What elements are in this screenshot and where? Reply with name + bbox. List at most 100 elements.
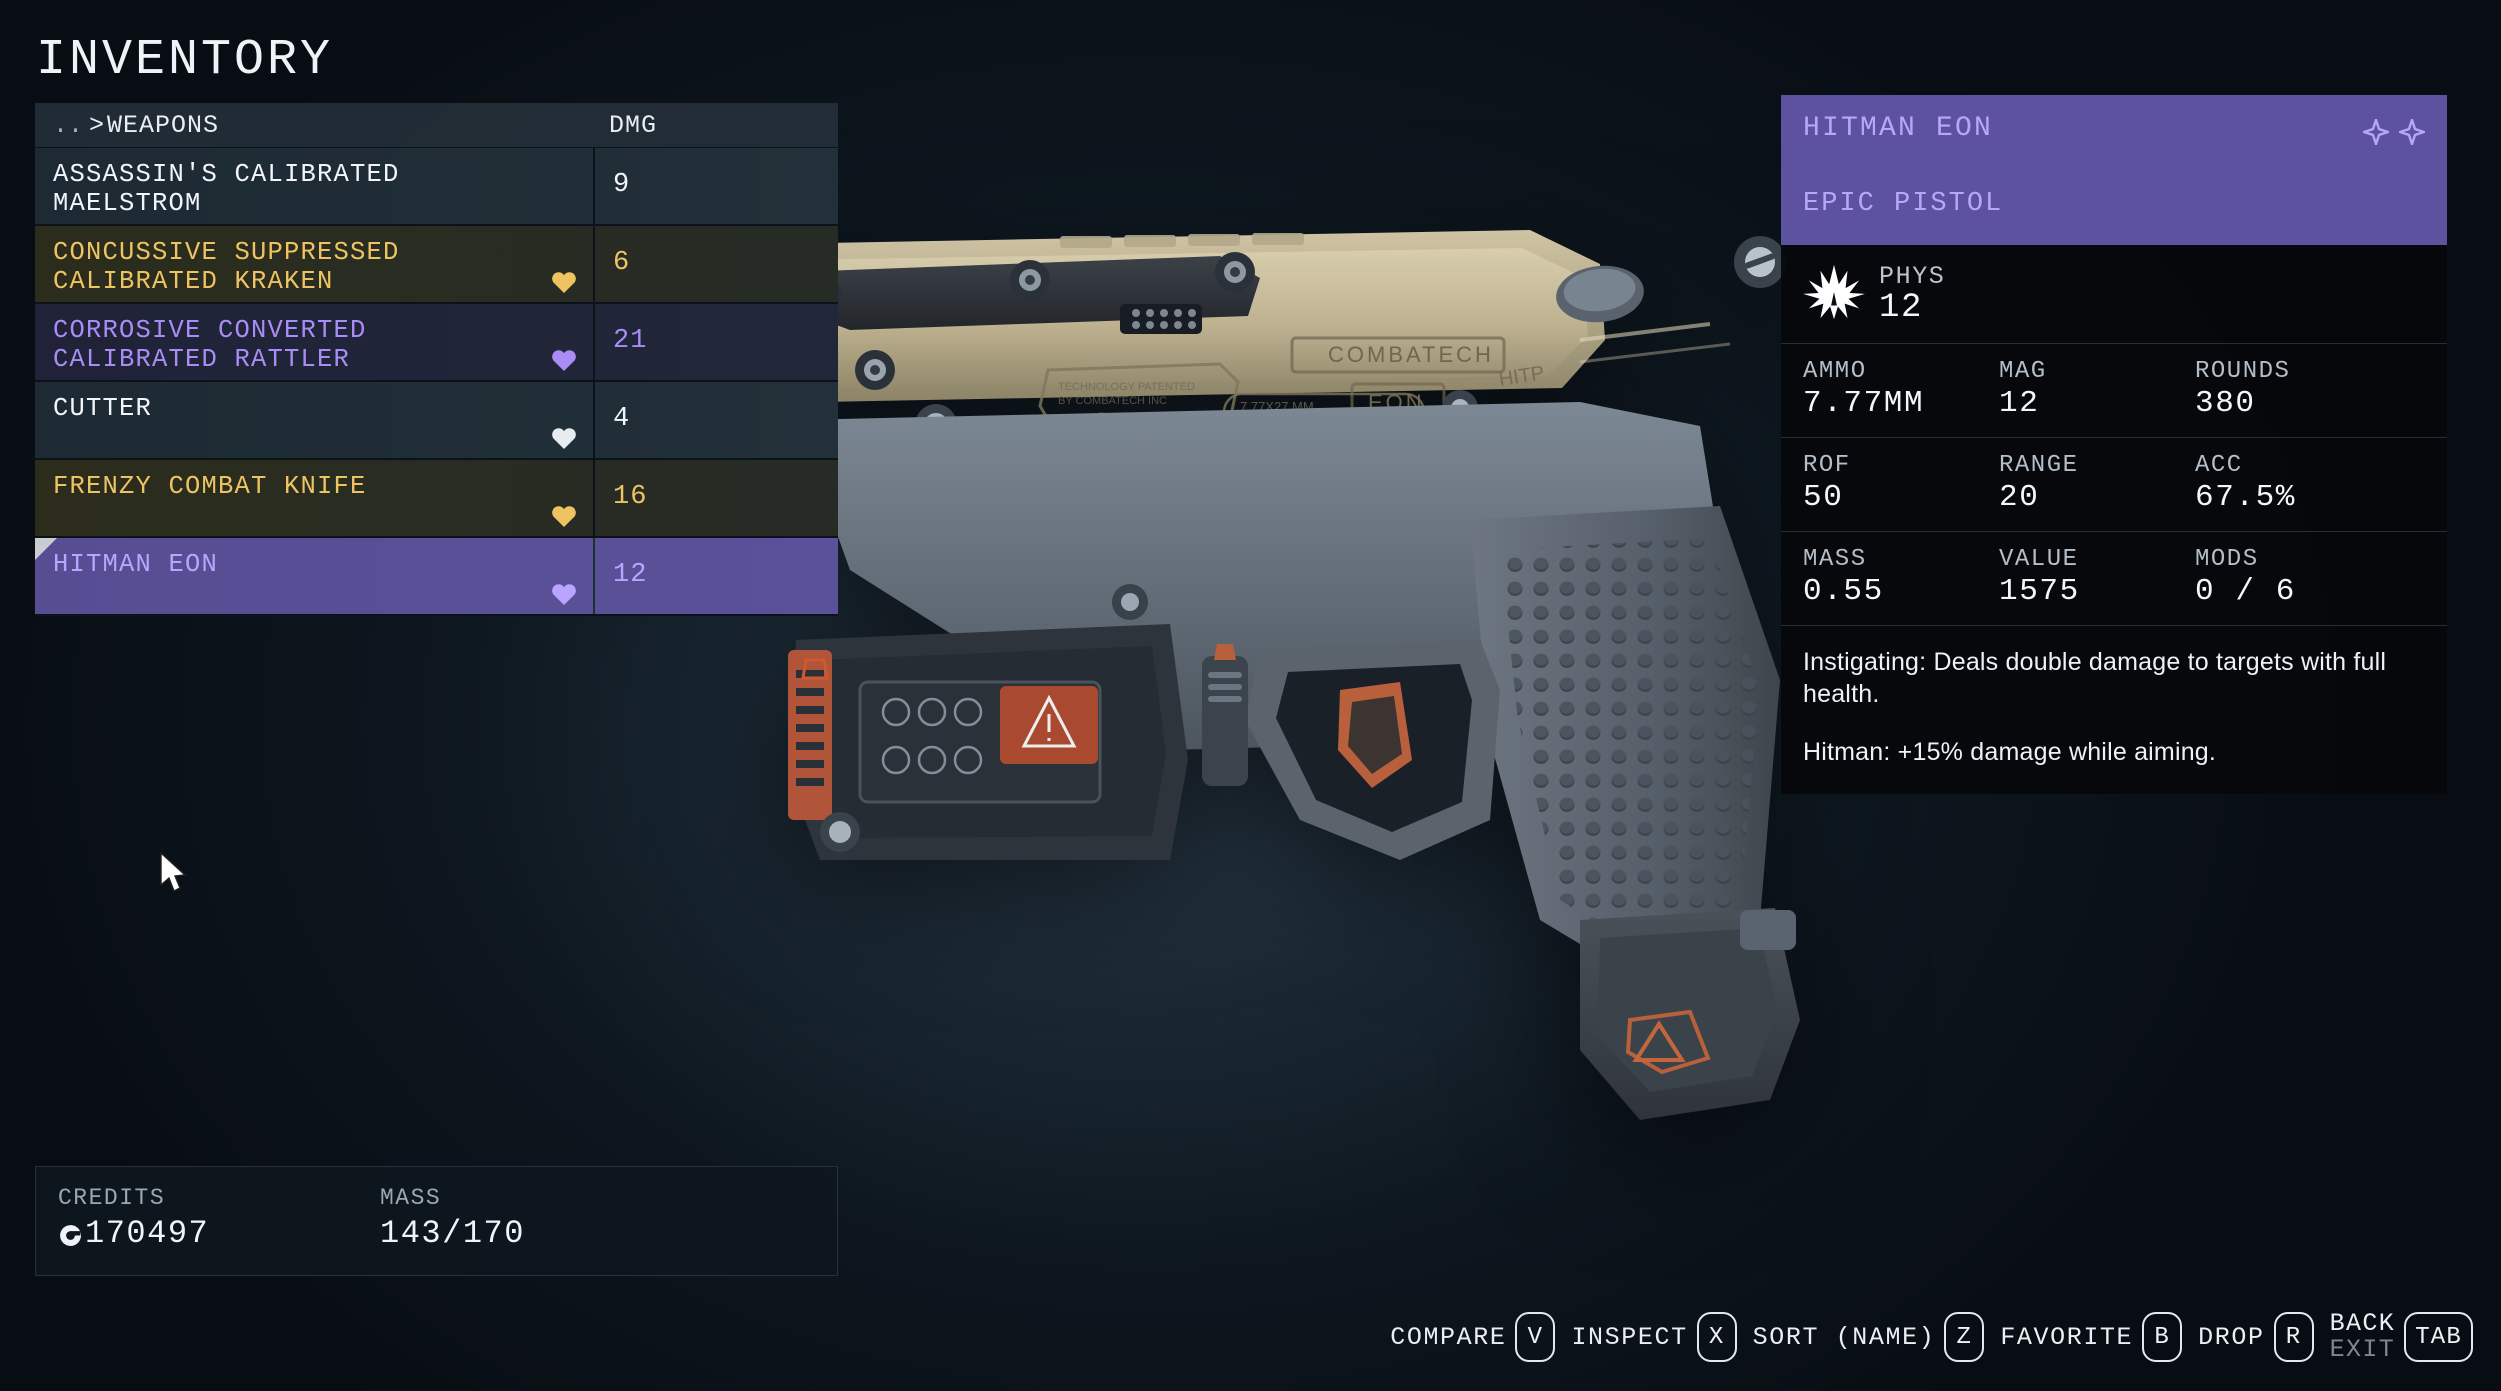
favorite-heart-icon[interactable] xyxy=(551,426,577,450)
weapon-name: HITMAN EON xyxy=(53,550,219,579)
stat-label: MASS xyxy=(1803,546,1867,573)
weapon-name: CORROSIVE CONVERTED CALIBRATED RATTLER xyxy=(53,316,367,374)
hint-key[interactable]: B xyxy=(2142,1312,2183,1362)
stat-value: 380 xyxy=(2195,386,2256,421)
stat-cell: ROUNDS 380 xyxy=(2195,358,2391,421)
row-name-cell[interactable]: ASSASSIN'S CALIBRATED MAELSTROM xyxy=(35,148,595,224)
damage-text: PHYS 12 xyxy=(1879,262,1945,327)
bottom-hint-bar: COMPARE V INSPECT X SORT (NAME) Z FAVORITE B DRO… xyxy=(1390,1311,2473,1363)
stat-cell: MAG 12 xyxy=(1999,358,2195,421)
item-header: HITMAN EON EPIC PISTOL xyxy=(1781,95,2447,245)
stats-row: MASS 0.55 VALUE 1575 MODS 0 / 6 xyxy=(1781,531,2447,625)
weapon-name: FRENZY COMBAT KNIFE xyxy=(53,472,367,501)
hint-item[interactable]: SORT (NAME) Z xyxy=(1753,1312,1985,1362)
credits-label: CREDITS xyxy=(58,1185,166,1211)
description-paragraph: Instigating: Deals double damage to targ… xyxy=(1803,648,2387,708)
breadcrumb[interactable]: .. >WEAPONS xyxy=(35,111,595,140)
hint-label: INSPECT xyxy=(1571,1322,1688,1352)
credits-value-wrap: 170497 xyxy=(58,1215,380,1252)
table-row[interactable]: FRENZY COMBAT KNIFE 16 xyxy=(35,460,838,538)
stat-value: 50 xyxy=(1803,480,1844,515)
stat-value: 67.5% xyxy=(2195,480,2297,515)
inventory-rows: ASSASSIN'S CALIBRATED MAELSTROM 9 CONCUSSI… xyxy=(35,148,838,616)
hint-item[interactable]: BACK EXIT TAB xyxy=(2330,1311,2473,1363)
hint-item[interactable]: COMPARE V xyxy=(1390,1312,1556,1362)
hint-key[interactable]: R xyxy=(2273,1312,2314,1362)
credit-currency-icon xyxy=(58,1221,83,1246)
item-title: HITMAN EON xyxy=(1803,113,1994,144)
table-row[interactable]: CONCUSSIVE SUPPRESSED CALIBRATED KRAKEN 6 xyxy=(35,226,838,304)
stat-label: ROF xyxy=(1803,452,1851,479)
table-row[interactable]: CUTTER 4 xyxy=(35,382,838,460)
hint-label: COMPARE xyxy=(1390,1322,1507,1352)
hint-key[interactable]: X xyxy=(1696,1312,1737,1362)
stat-cell: AMMO 7.77MM xyxy=(1803,358,1999,421)
weapon-name: CONCUSSIVE SUPPRESSED CALIBRATED KRAKEN xyxy=(53,238,400,296)
hint-label: DROP xyxy=(2198,1322,2265,1352)
row-dmg-cell: 12 xyxy=(613,560,648,590)
row-dmg-cell: 21 xyxy=(613,326,648,356)
hint-key[interactable]: Z xyxy=(1944,1312,1985,1362)
stat-label: MAG xyxy=(1999,358,2047,385)
item-description: Instigating: Deals double damage to targ… xyxy=(1781,625,2447,794)
stat-value: 0.55 xyxy=(1803,574,1884,609)
weapon-name: CUTTER xyxy=(53,394,153,423)
table-row[interactable]: CORROSIVE CONVERTED CALIBRATED RATTLER 21 xyxy=(35,304,838,382)
hint-item[interactable]: DROP R xyxy=(2198,1312,2314,1362)
damage-value: 12 xyxy=(1879,288,1924,327)
stats-row: ROF 50 RANGE 20 ACC 67.5% xyxy=(1781,437,2447,531)
row-name-cell[interactable]: CONCUSSIVE SUPPRESSED CALIBRATED KRAKEN xyxy=(35,226,595,302)
favorite-heart-icon[interactable] xyxy=(551,582,577,606)
favorite-heart-icon[interactable] xyxy=(551,348,577,372)
row-dmg-cell: 16 xyxy=(613,482,648,512)
favorite-heart-icon[interactable] xyxy=(551,504,577,528)
stat-value: 12 xyxy=(1999,386,2040,421)
burst-icon xyxy=(1803,263,1865,326)
row-name-cell[interactable]: CORROSIVE CONVERTED CALIBRATED RATTLER xyxy=(35,304,595,380)
column-header-dmg[interactable]: DMG xyxy=(595,111,838,140)
breadcrumb-up[interactable]: .. xyxy=(53,111,83,140)
row-dmg-cell: 9 xyxy=(613,170,631,200)
table-row[interactable]: HITMAN EON 12 xyxy=(35,538,838,616)
rarity-star-icon xyxy=(2396,116,2428,150)
stat-cell: RANGE 20 xyxy=(1999,452,2195,515)
hint-key[interactable]: TAB xyxy=(2404,1312,2473,1362)
stat-value: 20 xyxy=(1999,480,2040,515)
mass-value: 143/170 xyxy=(380,1215,525,1252)
row-name-cell[interactable]: CUTTER xyxy=(35,382,595,458)
rarity-star-icon xyxy=(2360,116,2392,150)
page-title: INVENTORY xyxy=(36,32,334,89)
row-name-cell[interactable]: FRENZY COMBAT KNIFE xyxy=(35,460,595,536)
row-dmg-cell: 4 xyxy=(613,404,631,434)
stat-label: MODS xyxy=(2195,546,2259,573)
stat-value: 7.77MM xyxy=(1803,386,1925,421)
mass-label: MASS xyxy=(380,1185,442,1211)
credits-amount: 170497 xyxy=(85,1215,210,1252)
stats-row: AMMO 7.77MM MAG 12 ROUNDS 380 xyxy=(1781,343,2447,437)
inventory-list: .. >WEAPONS DMG ASSASSIN'S CALIBRATED MAE… xyxy=(35,103,838,616)
stat-cell: VALUE 1575 xyxy=(1999,546,2195,609)
table-row[interactable]: ASSASSIN'S CALIBRATED MAELSTROM 9 xyxy=(35,148,838,226)
stat-cell: ROF 50 xyxy=(1803,452,1999,515)
stat-cell: MODS 0 / 6 xyxy=(2195,546,2391,609)
stat-label: ACC xyxy=(2195,452,2243,479)
hint-key[interactable]: V xyxy=(1515,1312,1556,1362)
hint-item[interactable]: INSPECT X xyxy=(1571,1312,1737,1362)
damage-type-label: PHYS xyxy=(1879,261,1946,291)
stat-label: AMMO xyxy=(1803,358,1867,385)
row-dmg-cell: 6 xyxy=(613,248,631,278)
hint-label: BACK xyxy=(2329,1309,2396,1338)
list-header: .. >WEAPONS DMG xyxy=(35,103,838,148)
row-name-cell[interactable]: HITMAN EON xyxy=(35,538,595,614)
weapon-name: ASSASSIN'S CALIBRATED MAELSTROM xyxy=(53,160,400,218)
stat-value: 0 / 6 xyxy=(2195,574,2297,609)
mass-block: MASS 143/170 xyxy=(380,1185,702,1275)
breadcrumb-category: WEAPONS xyxy=(107,110,220,140)
breadcrumb-separator: > xyxy=(89,110,106,140)
credits-block: CREDITS 170497 xyxy=(58,1185,380,1275)
hint-item[interactable]: FAVORITE B xyxy=(2000,1312,2183,1362)
favorite-heart-icon[interactable] xyxy=(551,270,577,294)
stat-label: VALUE xyxy=(1999,546,2079,573)
stats-grid: AMMO 7.77MM MAG 12 ROUNDS 380 ROF 50 RANGE 20 ACC 6… xyxy=(1781,343,2447,625)
stat-value: 1575 xyxy=(1999,574,2080,609)
